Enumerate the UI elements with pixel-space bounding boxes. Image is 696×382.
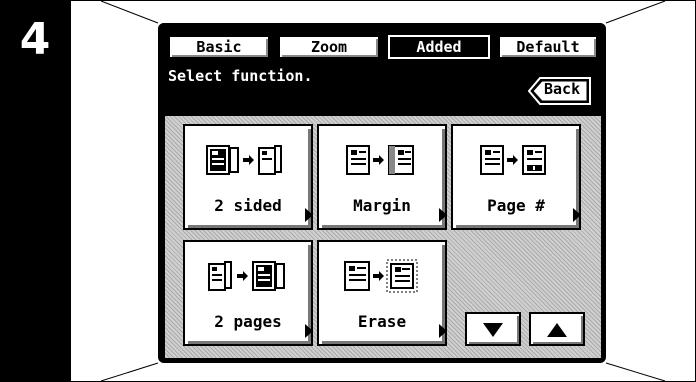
scroll-down-button[interactable] bbox=[465, 312, 521, 346]
tab-row: Basic Zoom Added Default bbox=[158, 23, 606, 59]
step-number: 4 bbox=[19, 14, 51, 65]
function-margin-button[interactable]: Margin bbox=[317, 124, 447, 230]
display-bezel: Basic Zoom Added Default Select function… bbox=[70, 0, 696, 382]
duplex-icon bbox=[206, 145, 282, 175]
tab-added[interactable]: Added bbox=[388, 35, 490, 59]
tab-zoom[interactable]: Zoom bbox=[278, 35, 380, 59]
function-label: 2 pages bbox=[214, 312, 282, 331]
function-label: 2 sided bbox=[214, 196, 282, 215]
corner-arrow-icon bbox=[439, 324, 447, 338]
step-bar: 4 bbox=[0, 0, 70, 382]
back-button[interactable]: Back bbox=[527, 77, 592, 105]
arrow-up-icon bbox=[547, 323, 567, 337]
function-erase-button[interactable]: Erase bbox=[317, 240, 447, 346]
arrow-down-icon bbox=[483, 323, 503, 337]
function-page-number-button[interactable]: Page # bbox=[451, 124, 581, 230]
page-number-icon bbox=[480, 145, 546, 175]
corner-arrow-icon bbox=[439, 208, 447, 222]
back-button-label: Back bbox=[544, 80, 581, 98]
corner-arrow-icon bbox=[305, 324, 313, 338]
corner-arrow-icon bbox=[305, 208, 313, 222]
function-panel: 2 sided Margin Page # 2 pages Erase bbox=[164, 115, 602, 359]
function-2-pages-button[interactable]: 2 pages bbox=[183, 240, 313, 346]
function-label: Erase bbox=[357, 312, 407, 331]
instruction-figure: 4 Basic Zoom Added Default Select functi… bbox=[0, 0, 696, 382]
corner-arrow-icon bbox=[573, 208, 581, 222]
message-bar: Select function. Back bbox=[158, 59, 606, 115]
function-label: Margin bbox=[353, 196, 411, 215]
margin-icon bbox=[346, 145, 414, 175]
function-label: Page # bbox=[487, 196, 545, 215]
two-pages-icon bbox=[208, 261, 285, 291]
tab-default[interactable]: Default bbox=[498, 35, 598, 59]
tab-basic[interactable]: Basic bbox=[168, 35, 270, 59]
touch-panel-screen: Basic Zoom Added Default Select function… bbox=[158, 23, 606, 363]
function-2-sided-button[interactable]: 2 sided bbox=[183, 124, 313, 230]
scroll-up-button[interactable] bbox=[529, 312, 585, 346]
erase-icon bbox=[344, 259, 418, 293]
instruction-message: Select function. bbox=[168, 67, 313, 85]
